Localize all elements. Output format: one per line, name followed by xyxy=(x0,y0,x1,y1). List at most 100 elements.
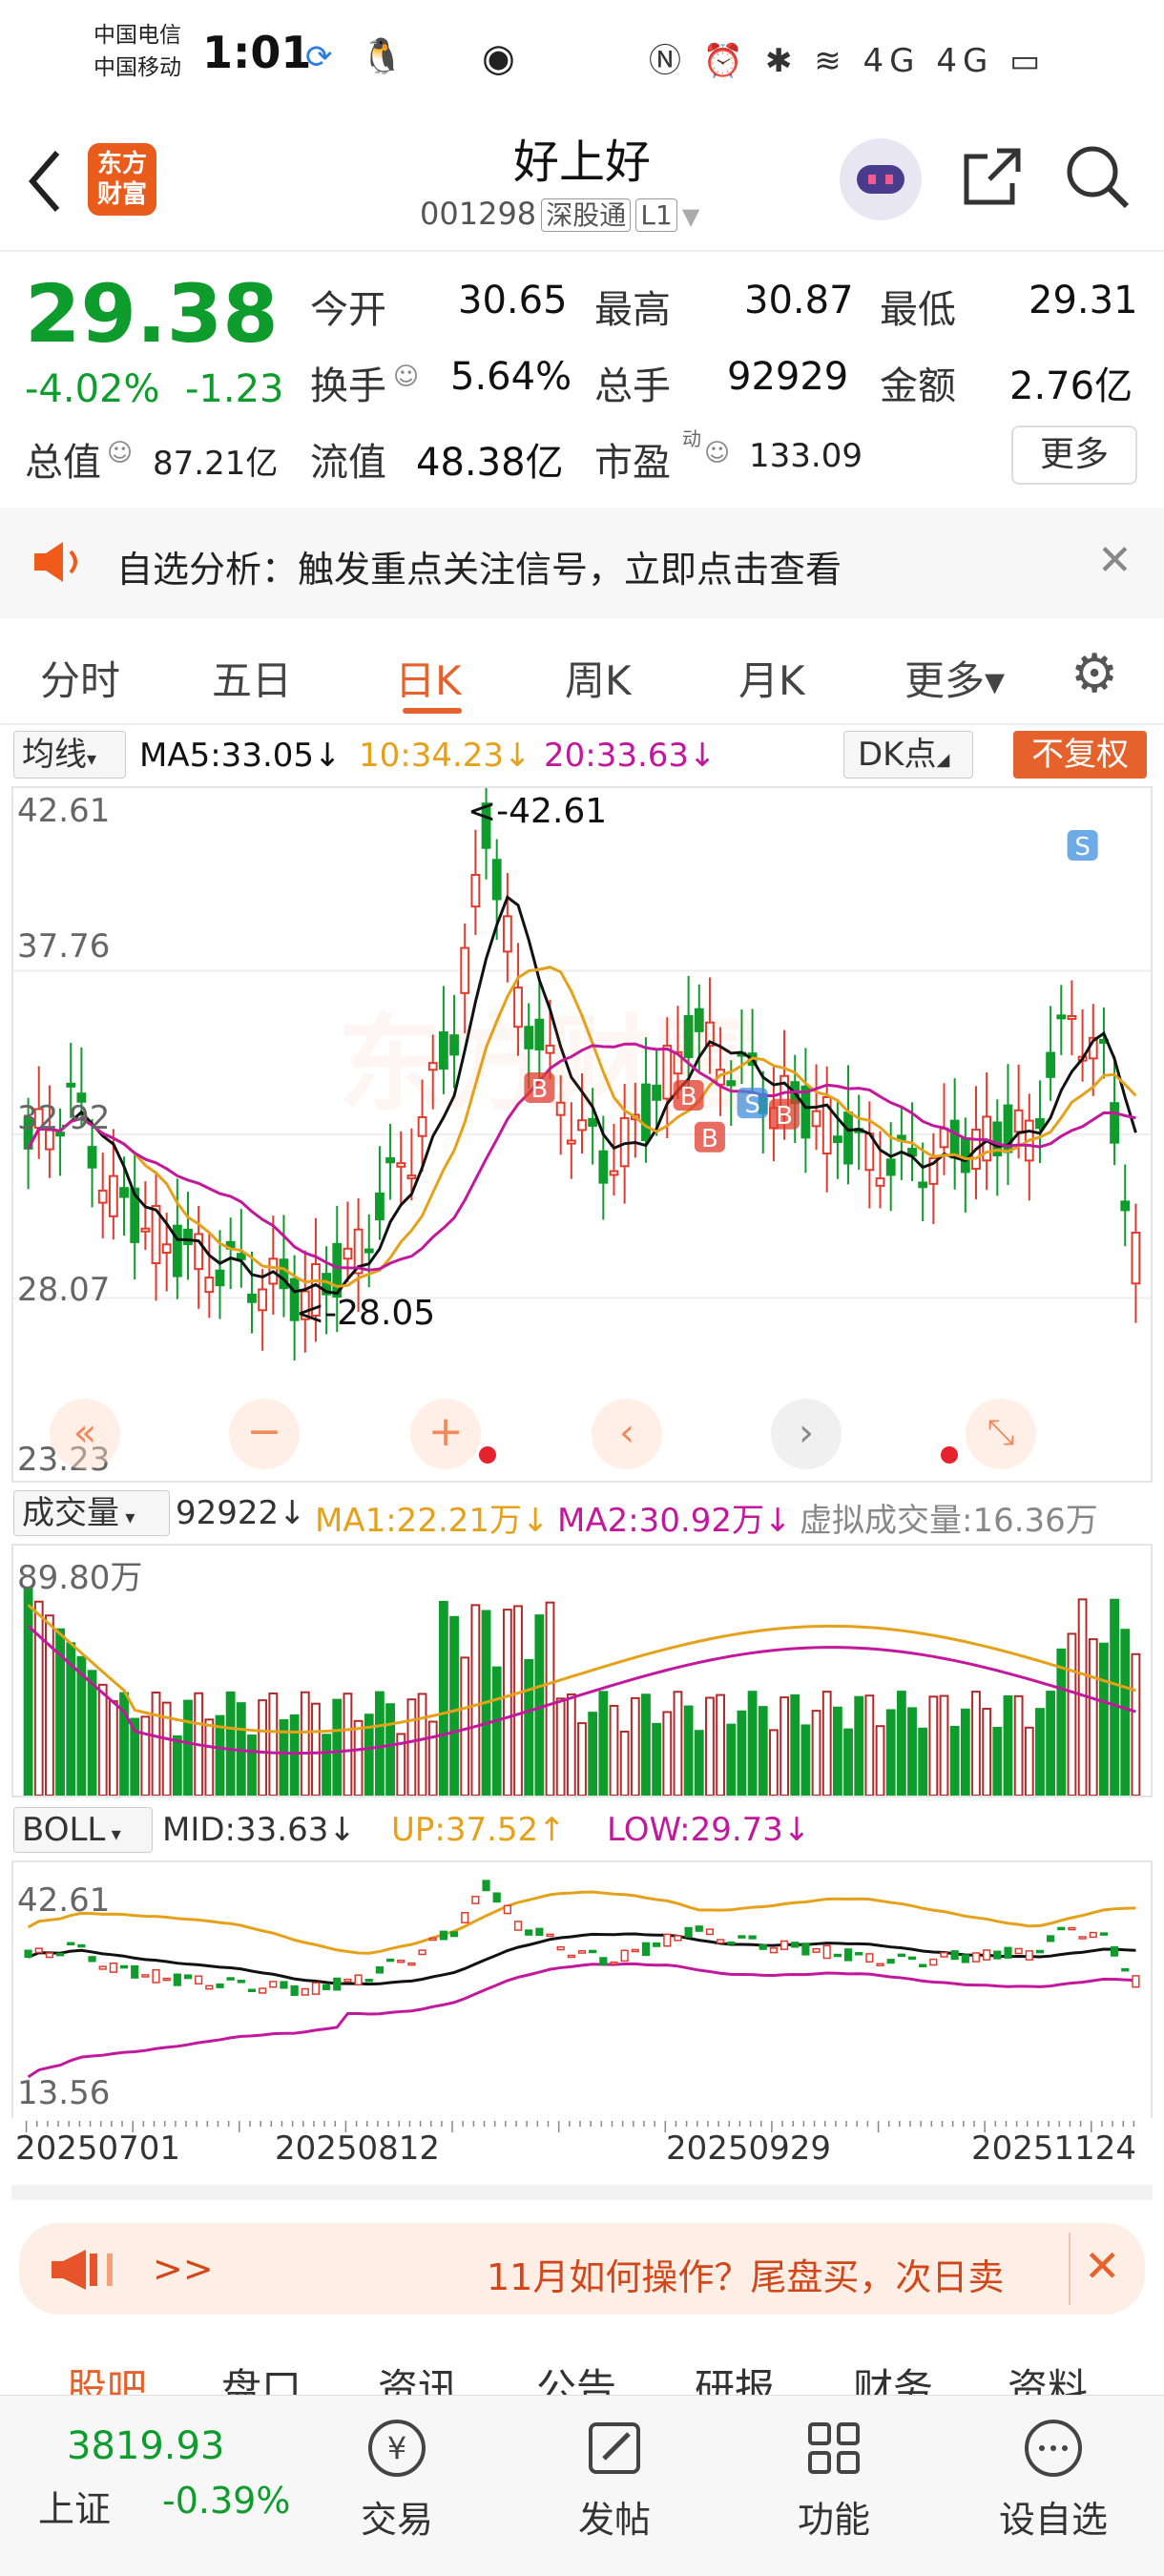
period-tabs: 分时 五日 日K 周K 月K 更多▾ ⚙ xyxy=(0,630,1164,725)
total-cap-info-icon[interactable]: ☺ xyxy=(107,439,133,467)
scroll-start-button[interactable]: « xyxy=(50,1399,120,1469)
volume-bar xyxy=(811,1710,821,1797)
boll-candle xyxy=(322,1984,331,1990)
volume-bar xyxy=(641,1693,651,1797)
min-price-marker: <-28.05 xyxy=(296,1294,436,1333)
boll-candle xyxy=(929,1958,938,1966)
zoom-in-button[interactable]: + xyxy=(410,1399,481,1469)
tab-daily-k[interactable]: 日K xyxy=(395,649,462,707)
index-ticker[interactable]: 3819.93 上证 -0.39% xyxy=(0,2396,315,2576)
red-dot xyxy=(479,1446,496,1464)
nav-add-watchlist[interactable]: 设自选 xyxy=(987,2415,1120,2543)
volume-bar xyxy=(491,1666,502,1797)
volume-bar xyxy=(268,1692,279,1797)
share-button[interactable] xyxy=(959,143,1026,214)
back-button[interactable] xyxy=(21,143,69,219)
tab-five-day[interactable]: 五日 xyxy=(212,649,292,707)
volume-bar xyxy=(1131,1652,1141,1797)
tab-guba[interactable]: 股吧 xyxy=(67,2357,147,2395)
volume-chart[interactable]: 89.80万 xyxy=(11,1544,1153,1797)
volume-bar xyxy=(151,1692,161,1797)
stock-name: 好上好 xyxy=(512,135,651,189)
app-logo[interactable]: 东方 财富 xyxy=(88,143,156,216)
dropdown-caret-icon[interactable]: ▼ xyxy=(682,203,699,230)
tab-weekly-k[interactable]: 周K xyxy=(565,649,632,707)
volume-bar xyxy=(204,1718,215,1797)
notice-bar[interactable]: 自选分析：触发重点关注信号，立即点击查看 ✕ xyxy=(0,508,1164,618)
boll-select[interactable]: BOLL ▾ xyxy=(13,1807,153,1853)
close-promo-icon[interactable]: ✕ xyxy=(1084,2240,1121,2292)
boll-candle xyxy=(1025,1950,1033,1961)
turnover-info-icon[interactable]: ☺ xyxy=(393,363,419,391)
tab-profile[interactable]: 资料 xyxy=(1008,2357,1088,2395)
kline-candle xyxy=(406,1174,417,1180)
boll-candle xyxy=(535,1927,544,1937)
megaphone-icon xyxy=(48,2246,143,2297)
boll-candle xyxy=(397,1959,405,1963)
volume-bar xyxy=(588,1712,598,1797)
dk-select[interactable]: DK点◢ xyxy=(843,731,973,779)
boll-chart[interactable]: 42.61 13.56 xyxy=(11,1860,1153,2118)
tab-finance[interactable]: 财务 xyxy=(853,2357,933,2395)
ma10-value: 10:34.23↓ xyxy=(359,737,531,775)
nav-trade[interactable]: ¥ 交易 xyxy=(340,2415,454,2543)
volume-bar xyxy=(1120,1629,1131,1797)
ai-assistant-avatar[interactable] xyxy=(840,138,922,220)
boll-candle xyxy=(77,1943,86,1948)
tab-monthly-k[interactable]: 月K xyxy=(738,649,805,707)
tab-news[interactable]: 资讯 xyxy=(378,2357,458,2395)
nav-functions[interactable]: 功能 xyxy=(777,2415,891,2543)
boll-select-label: BOLL xyxy=(22,1811,106,1849)
tab-research[interactable]: 研报 xyxy=(695,2357,775,2395)
volume-bar xyxy=(332,1698,343,1797)
fullscreen-button[interactable]: ⤡ xyxy=(966,1399,1036,1469)
kline-candle xyxy=(832,1135,842,1144)
kline-candle xyxy=(87,1146,97,1169)
y-label-3: 32.92 xyxy=(17,1099,111,1137)
volume-bar xyxy=(183,1699,193,1797)
promo-banner[interactable]: >> 11月如何操作？尾盘买，次日卖 ✕ xyxy=(19,2223,1145,2315)
tab-active-indicator xyxy=(403,708,462,714)
volume-bar xyxy=(1013,1694,1024,1797)
kline-candle xyxy=(66,1082,76,1088)
volume-bar xyxy=(907,1707,917,1797)
search-button[interactable] xyxy=(1064,143,1133,216)
boll-candle xyxy=(779,1940,789,1950)
tab-announcements[interactable]: 公告 xyxy=(536,2357,616,2395)
volume-bar xyxy=(832,1706,842,1797)
boll-candle xyxy=(812,1947,821,1953)
adjust-type-button[interactable]: 不复权 xyxy=(1013,731,1147,779)
close-notice-icon[interactable]: ✕ xyxy=(1097,536,1133,585)
ma-select[interactable]: 均线▾ xyxy=(13,731,126,779)
volume-bar xyxy=(375,1691,385,1797)
kline-candle xyxy=(183,1228,193,1246)
kline-chart[interactable]: BBBSBS 东方财富 42.61 37.76 32.92 28.07 23.2… xyxy=(11,760,1153,1483)
kline-candle xyxy=(247,1293,257,1303)
volume-bar xyxy=(258,1699,268,1797)
boll-candle xyxy=(738,1935,746,1939)
pe-info-icon[interactable]: ☺ xyxy=(704,439,730,467)
move-left-button[interactable]: ‹ xyxy=(592,1399,662,1469)
more-quote-button[interactable]: 更多 xyxy=(1011,426,1137,485)
boll-candle xyxy=(226,1977,235,1981)
tab-more[interactable]: 更多▾ xyxy=(904,649,1005,707)
move-right-button[interactable]: › xyxy=(771,1399,842,1469)
volume-select[interactable]: 成交量 ▾ xyxy=(13,1490,170,1536)
boll-candle xyxy=(610,1961,618,1965)
settings-gear-icon[interactable]: ⚙ xyxy=(1070,643,1118,705)
boll-svg xyxy=(24,1880,1140,2079)
kline-candle xyxy=(119,1187,129,1198)
volume-bar xyxy=(300,1691,310,1797)
boll-candle xyxy=(599,1957,608,1966)
tab-pankou[interactable]: 盘口 xyxy=(221,2357,301,2395)
kline-candle xyxy=(949,1119,960,1159)
zoom-out-button[interactable]: − xyxy=(229,1399,300,1469)
tab-minute[interactable]: 分时 xyxy=(40,649,120,707)
boll-candle xyxy=(546,1933,554,1938)
kline-candle xyxy=(236,1253,246,1260)
nav-post[interactable]: 发帖 xyxy=(557,2415,672,2543)
volume-bar xyxy=(992,1727,1003,1797)
boll-candle xyxy=(269,1981,278,1988)
volume-label: 总手 xyxy=(594,364,671,408)
kline-candle xyxy=(609,1170,619,1176)
